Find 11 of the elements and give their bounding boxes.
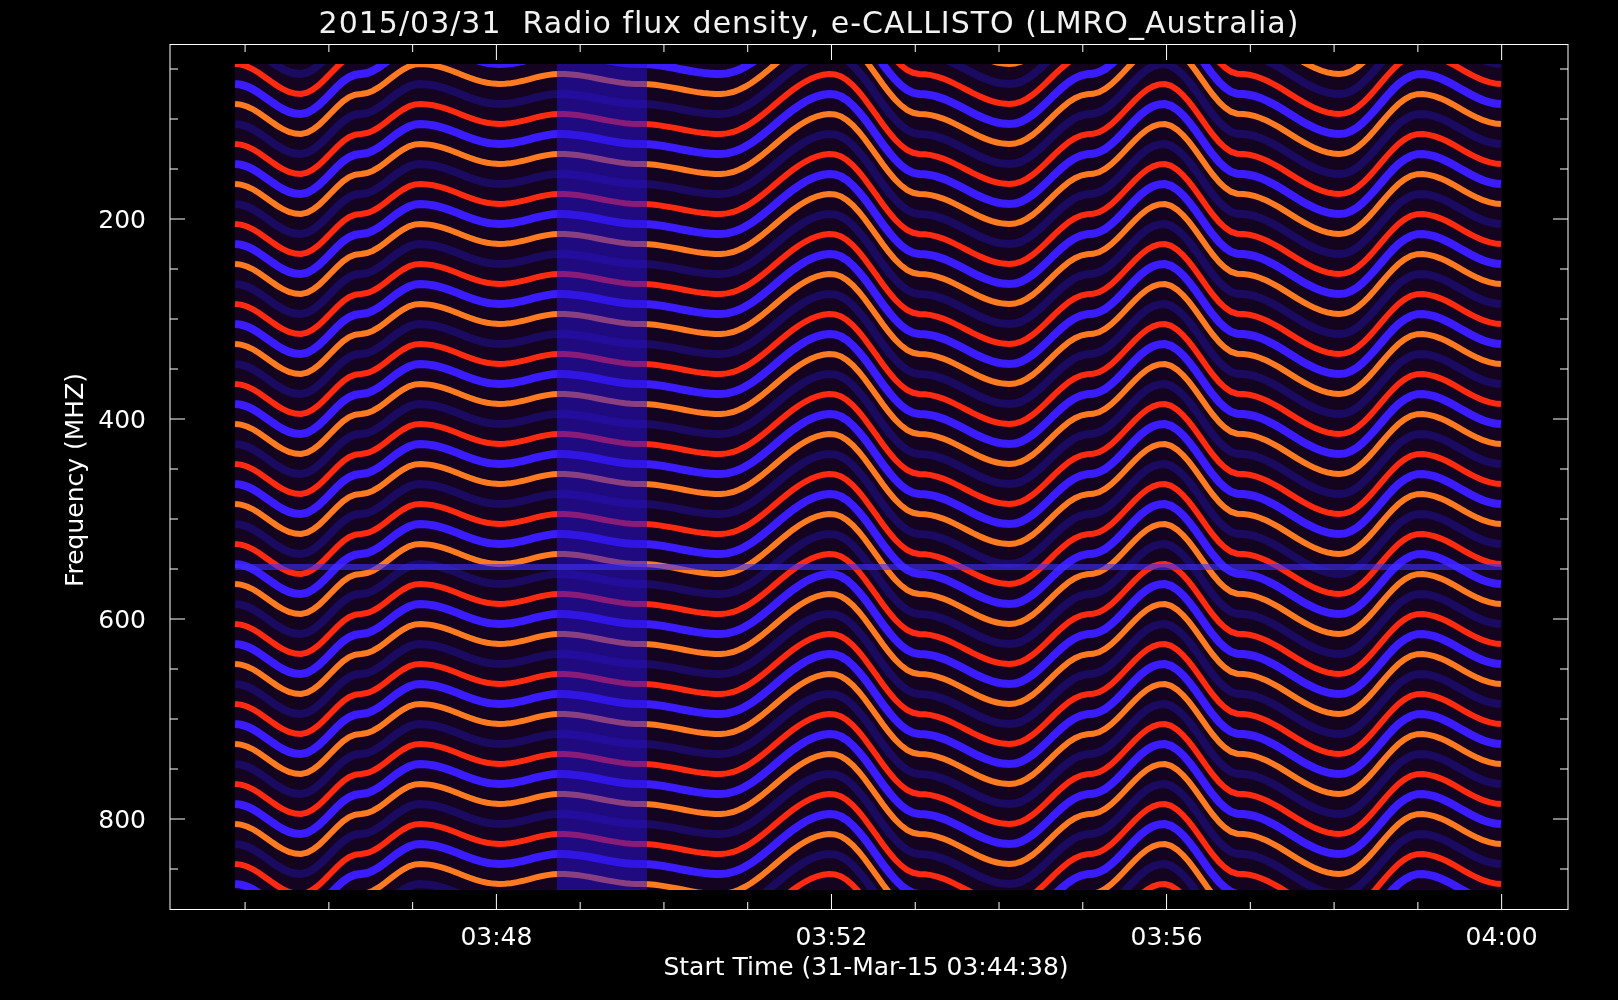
plot-title: 2015/03/31 Radio flux density, e-CALLISTO (LMRO_Australia) <box>318 3 1300 42</box>
tick-label: 600 <box>98 605 146 634</box>
tick-label: 800 <box>98 805 146 834</box>
x-axis-label: Start Time (31-Mar-15 03:44:38) <box>663 952 1069 981</box>
y-axis-label: Frequency (MHZ) <box>60 372 89 588</box>
tick-label: 03:48 <box>460 922 533 951</box>
tick-label: 03:56 <box>1130 922 1203 951</box>
tick-label: 400 <box>98 405 146 434</box>
tick-label: 03:52 <box>795 922 868 951</box>
tick-label: 04:00 <box>1465 922 1538 951</box>
tick-label: 200 <box>98 205 146 234</box>
